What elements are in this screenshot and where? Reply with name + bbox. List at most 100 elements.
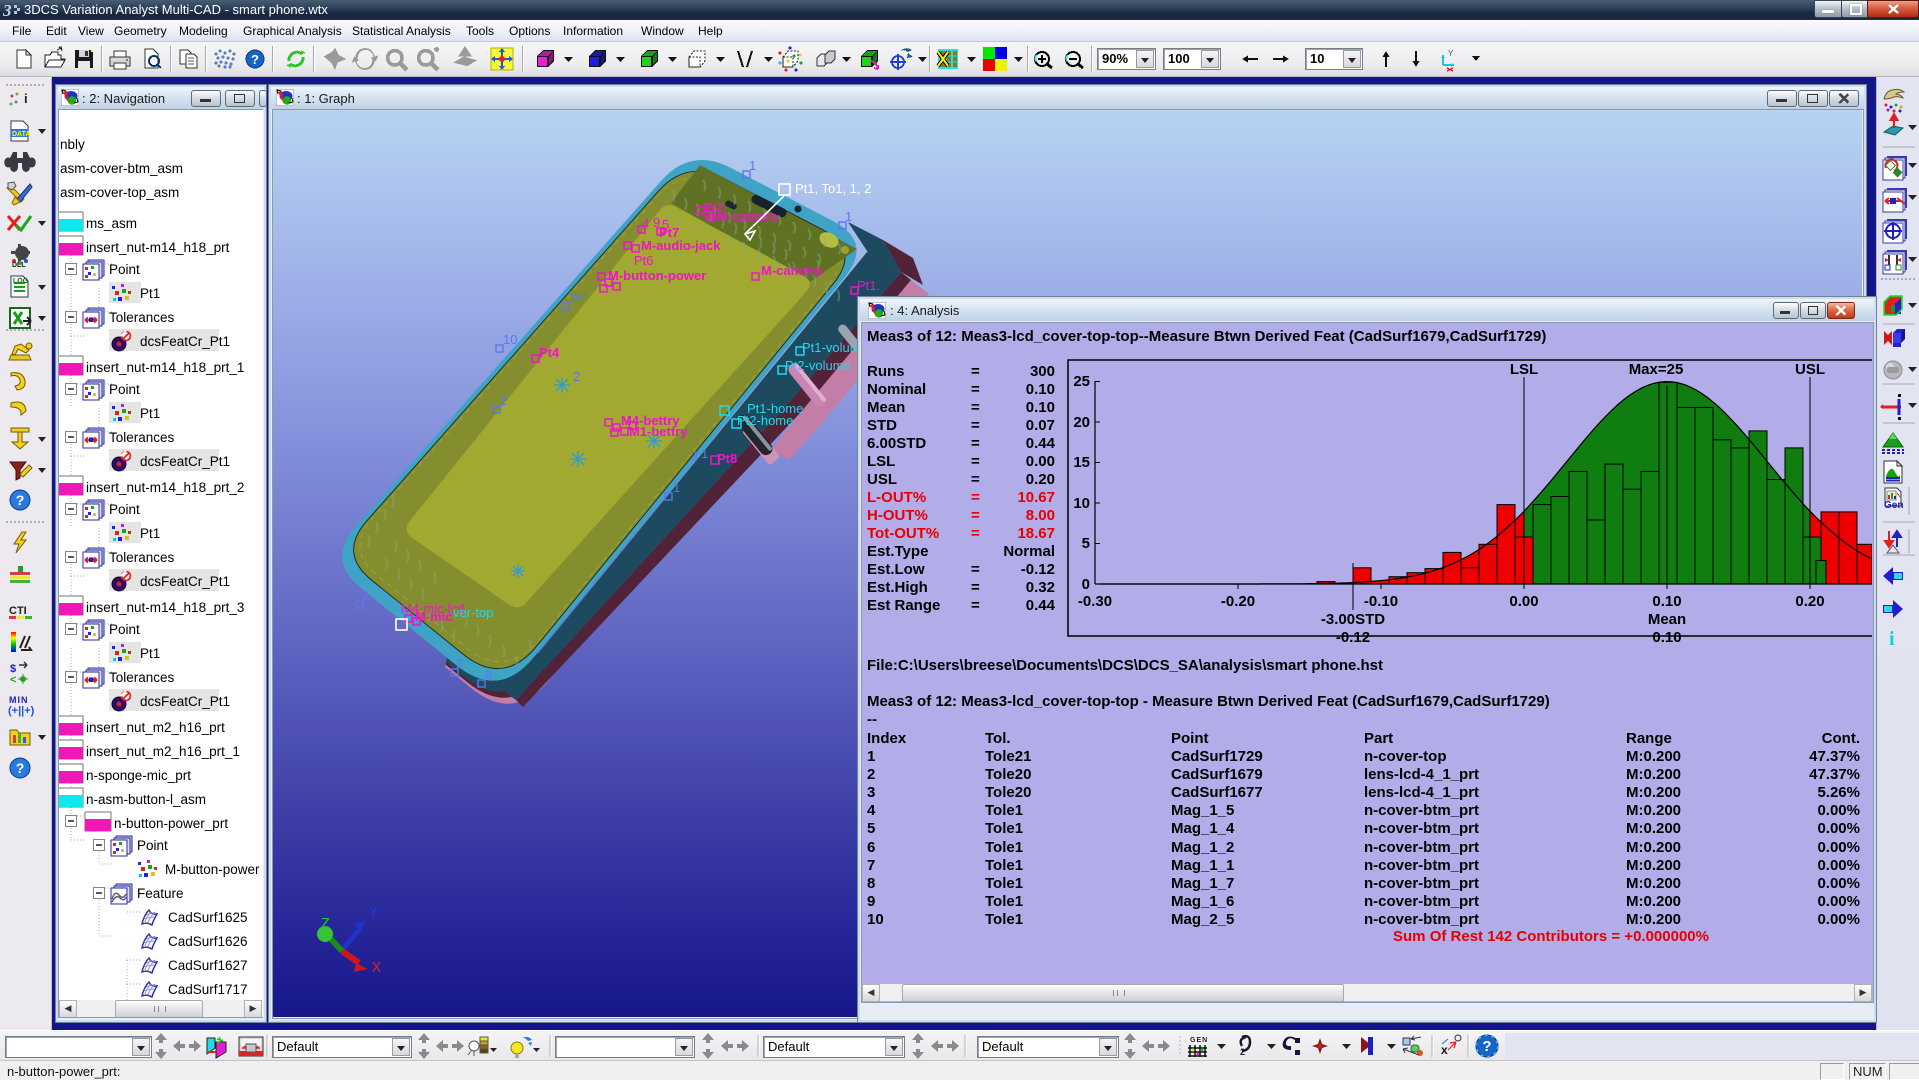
svg-text:Tole1: Tole1 bbox=[985, 875, 1023, 892]
svg-text:3: 3 bbox=[867, 784, 875, 801]
svg-text:USL: USL bbox=[1795, 361, 1825, 378]
svg-text:Point: Point bbox=[109, 262, 140, 277]
svg-text:-0.12: -0.12 bbox=[1021, 561, 1055, 578]
svg-text:4: 4 bbox=[867, 802, 876, 819]
svg-text:n-cover-top: n-cover-top bbox=[1364, 748, 1447, 765]
svg-text:9: 9 bbox=[867, 893, 875, 910]
svg-text:47.37%: 47.37% bbox=[1809, 766, 1860, 783]
svg-text:M:0.200: M:0.200 bbox=[1626, 857, 1681, 874]
svg-text:=: = bbox=[971, 471, 980, 488]
svg-text:?: ? bbox=[16, 760, 25, 776]
svg-text:0.00: 0.00 bbox=[1026, 453, 1055, 470]
svg-text:=: = bbox=[971, 417, 980, 434]
svg-text:5: 5 bbox=[867, 820, 875, 837]
svg-text:5: 5 bbox=[662, 217, 669, 232]
svg-text:0.10: 0.10 bbox=[1652, 593, 1681, 610]
svg-text:nbly: nbly bbox=[60, 137, 85, 152]
svg-text:0.00%: 0.00% bbox=[1817, 911, 1860, 928]
svg-text:M-camera: M-camera bbox=[761, 263, 822, 278]
svg-text:10: 10 bbox=[1073, 495, 1090, 512]
svg-text:STD: STD bbox=[867, 417, 897, 434]
svg-text:dcsFeatCr_Pt1: dcsFeatCr_Pt1 bbox=[140, 454, 230, 469]
svg-text:insert_nut-m14_h18_prt_3: insert_nut-m14_h18_prt_3 bbox=[86, 600, 244, 615]
svg-text:25: 25 bbox=[1073, 373, 1090, 390]
svg-text:lens-lcd-4_1_prt: lens-lcd-4_1_prt bbox=[1364, 766, 1479, 783]
svg-text:Normal: Normal bbox=[1003, 543, 1055, 560]
svg-text:=: = bbox=[971, 381, 980, 398]
svg-text:GEN: GEN bbox=[1190, 1037, 1208, 1044]
svg-text:CadSurf1625: CadSurf1625 bbox=[168, 910, 248, 925]
svg-text:dcsFeatCr_Pt1: dcsFeatCr_Pt1 bbox=[140, 334, 230, 349]
svg-text:1: 1 bbox=[867, 748, 875, 765]
svg-text:M:0.200: M:0.200 bbox=[1626, 766, 1681, 783]
svg-text:Point: Point bbox=[137, 838, 168, 853]
svg-text:Tolerances: Tolerances bbox=[109, 670, 175, 685]
svg-text:=: = bbox=[971, 507, 980, 524]
svg-text:=: = bbox=[971, 435, 980, 452]
svg-text:i: i bbox=[24, 91, 28, 106]
svg-text:M:0.200: M:0.200 bbox=[1626, 784, 1681, 801]
svg-text:Pt2-volume: Pt2-volume bbox=[785, 358, 851, 373]
svg-text:Cont.: Cont. bbox=[1822, 730, 1860, 747]
svg-text:Pt1-volum: Pt1-volum bbox=[802, 340, 861, 355]
svg-text:Mean: Mean bbox=[867, 399, 905, 416]
svg-text:0.07: 0.07 bbox=[1026, 417, 1055, 434]
svg-text:CadSurf1627: CadSurf1627 bbox=[168, 958, 248, 973]
svg-text:0.00%: 0.00% bbox=[1817, 893, 1860, 910]
svg-text:n-sponge-mic_prt: n-sponge-mic_prt bbox=[86, 768, 191, 783]
svg-text:M:0.200: M:0.200 bbox=[1626, 802, 1681, 819]
svg-text:2: 2 bbox=[573, 369, 580, 384]
svg-text:dcsFeatCr_Pt1: dcsFeatCr_Pt1 bbox=[140, 694, 230, 709]
svg-text:M:0.200: M:0.200 bbox=[1626, 875, 1681, 892]
svg-text:10: 10 bbox=[867, 911, 884, 928]
svg-text:18.67: 18.67 bbox=[1017, 525, 1055, 542]
svg-text:Index: Index bbox=[867, 730, 907, 747]
svg-text:38: 38 bbox=[569, 290, 583, 305]
svg-text:0.44: 0.44 bbox=[1026, 435, 1056, 452]
svg-text:=: = bbox=[971, 561, 980, 578]
svg-text:DLL: DLL bbox=[12, 262, 26, 269]
svg-text:6: 6 bbox=[867, 839, 875, 856]
svg-text:1: 1 bbox=[701, 446, 708, 461]
svg-text:n-cover-btm_prt: n-cover-btm_prt bbox=[1364, 911, 1479, 928]
svg-text:Nominal: Nominal bbox=[867, 381, 926, 398]
svg-text:Mag_1_5: Mag_1_5 bbox=[1171, 802, 1234, 819]
svg-text:n-button-power_prt: n-button-power_prt bbox=[114, 816, 228, 831]
svg-text:insert_nut-m14_h18_prt_2: insert_nut-m14_h18_prt_2 bbox=[86, 480, 244, 495]
svg-text:4: 4 bbox=[642, 216, 649, 231]
svg-text:3: 3 bbox=[691, 449, 698, 464]
svg-text:insert_nut-m14_h18_prt_1: insert_nut-m14_h18_prt_1 bbox=[86, 360, 244, 375]
svg-text:-0.12: -0.12 bbox=[1336, 629, 1370, 646]
svg-text:Mag_1_4: Mag_1_4 bbox=[1171, 820, 1235, 837]
svg-text:300: 300 bbox=[1030, 363, 1055, 380]
svg-text:n-cover-btm_prt: n-cover-btm_prt bbox=[1364, 802, 1479, 819]
svg-text:0: 0 bbox=[1082, 576, 1090, 593]
svg-text:47.37%: 47.37% bbox=[1809, 748, 1860, 765]
svg-text:x: x bbox=[1441, 1043, 1448, 1057]
svg-text:5.26%: 5.26% bbox=[1817, 784, 1860, 801]
svg-text:Tole21: Tole21 bbox=[985, 748, 1031, 765]
svg-text:Pt2-home: Pt2-home bbox=[737, 413, 793, 428]
svg-text:M-button-power: M-button-power bbox=[165, 862, 260, 877]
svg-text:insert_nut-m14_h18_prt: insert_nut-m14_h18_prt bbox=[86, 240, 230, 255]
svg-text:Mag_1_2: Mag_1_2 bbox=[1171, 839, 1234, 856]
svg-text:=: = bbox=[971, 525, 980, 542]
svg-text:Est.High: Est.High bbox=[867, 579, 928, 596]
svg-text:Est Range: Est Range bbox=[867, 597, 940, 614]
svg-text:8: 8 bbox=[485, 667, 492, 682]
svg-text:ms_asm: ms_asm bbox=[86, 216, 137, 231]
svg-text:Range: Range bbox=[1626, 730, 1672, 747]
svg-text:0.00%: 0.00% bbox=[1817, 875, 1860, 892]
svg-text:CadSurf1717: CadSurf1717 bbox=[168, 982, 248, 997]
svg-text:Tolerances: Tolerances bbox=[109, 430, 175, 445]
svg-text:Est.Type: Est.Type bbox=[867, 543, 928, 560]
svg-text:-0.10: -0.10 bbox=[1364, 593, 1398, 610]
svg-text:n-cover-btm_prt: n-cover-btm_prt bbox=[1364, 893, 1479, 910]
svg-text:USL: USL bbox=[867, 471, 897, 488]
svg-text:0.20: 0.20 bbox=[1795, 593, 1824, 610]
svg-text:M-button-power: M-button-power bbox=[608, 268, 706, 283]
svg-text:Tot-OUT%: Tot-OUT% bbox=[867, 525, 939, 542]
svg-text:LSL: LSL bbox=[867, 453, 895, 470]
svg-text:n-asm-button-l_asm: n-asm-button-l_asm bbox=[86, 792, 206, 807]
svg-text:CTI: CTI bbox=[9, 605, 27, 617]
